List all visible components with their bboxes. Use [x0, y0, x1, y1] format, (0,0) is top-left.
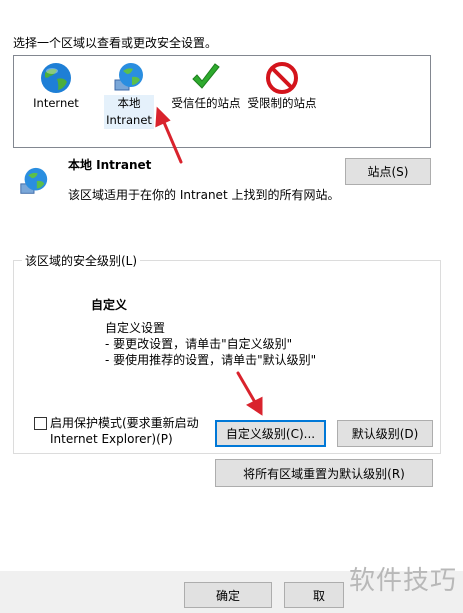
cancel-button[interactable]: 取 — [284, 582, 344, 608]
annotation-arrows — [155, 106, 263, 416]
arrow-to-intranet-head — [155, 106, 171, 128]
arrow-to-intranet-line — [161, 118, 183, 164]
ok-button[interactable]: 确定 — [184, 582, 272, 608]
watermark-text: 软件技巧 — [348, 566, 457, 596]
arrow-to-custom-level-line — [236, 371, 258, 406]
arrow-to-custom-level-head — [246, 396, 263, 416]
